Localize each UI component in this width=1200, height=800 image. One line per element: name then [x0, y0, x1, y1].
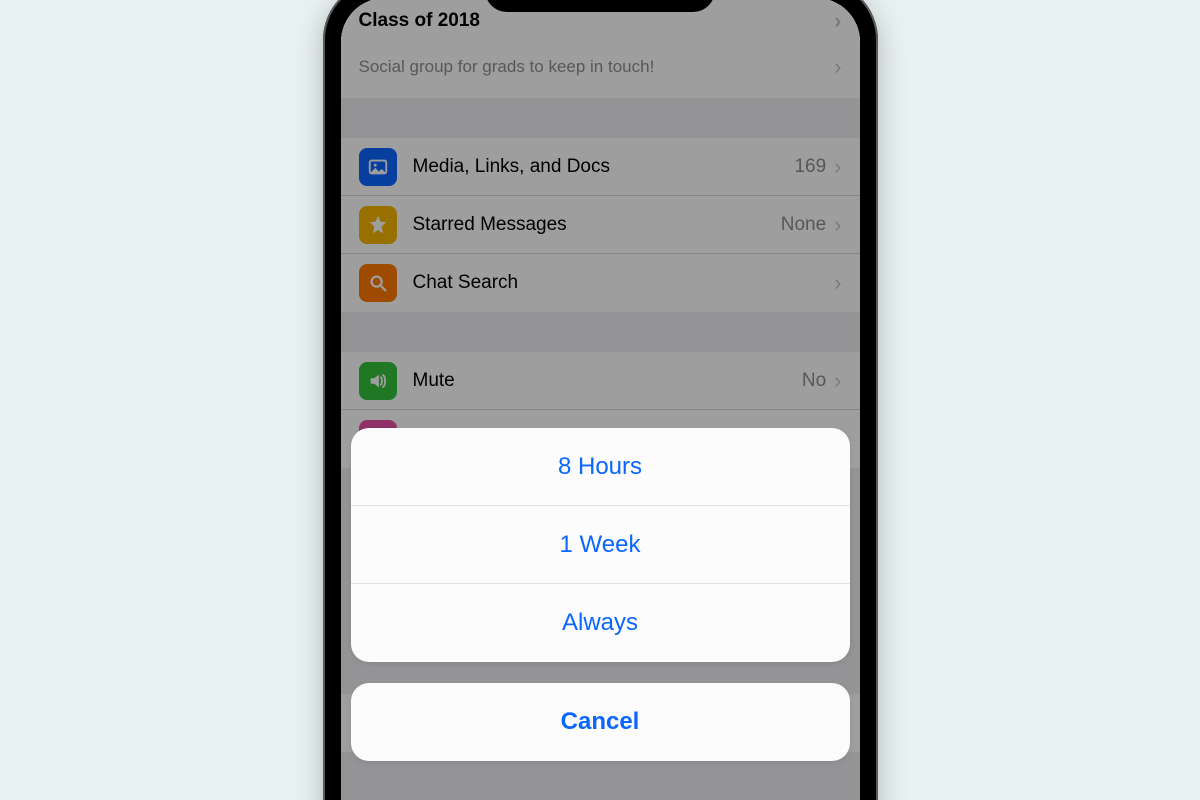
- option-label: Always: [562, 609, 638, 637]
- cancel-button[interactable]: Cancel: [351, 683, 850, 761]
- action-sheet-options: 8 Hours 1 Week Always: [351, 428, 850, 662]
- dim-overlay[interactable]: [341, 0, 860, 800]
- mute-option-1-week[interactable]: 1 Week: [351, 506, 850, 584]
- action-sheet: 8 Hours 1 Week Always: [351, 428, 850, 662]
- cancel-label: Cancel: [561, 708, 640, 736]
- mute-option-always[interactable]: Always: [351, 584, 850, 662]
- phone-screen: Class of 2018 › Social group for grads t…: [341, 0, 860, 800]
- phone-frame: Class of 2018 › Social group for grads t…: [323, 0, 878, 800]
- option-label: 8 Hours: [558, 453, 642, 481]
- option-label: 1 Week: [560, 531, 641, 559]
- action-sheet-cancel: Cancel: [351, 683, 850, 761]
- phone-notch: [485, 0, 715, 12]
- mute-option-8-hours[interactable]: 8 Hours: [351, 428, 850, 506]
- action-sheet-cancel-wrap: Cancel: [351, 683, 850, 761]
